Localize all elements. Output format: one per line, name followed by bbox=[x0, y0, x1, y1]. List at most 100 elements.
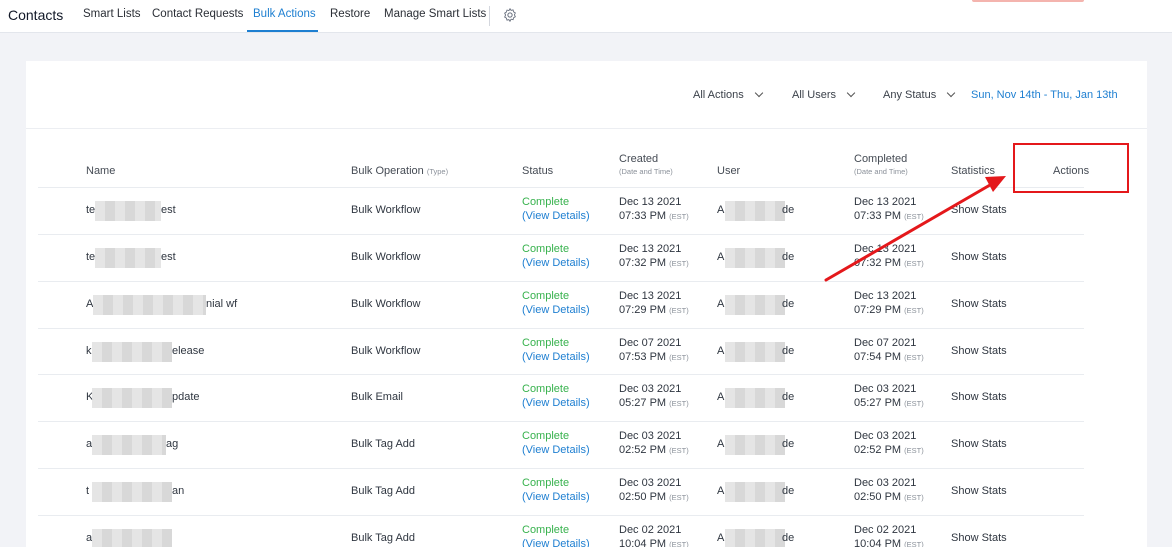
row-name-start: te bbox=[86, 251, 96, 263]
show-stats-link[interactable]: Show Stats bbox=[951, 345, 1007, 357]
timezone: (EST) bbox=[904, 259, 924, 268]
row-user-end: de bbox=[782, 298, 795, 310]
created-date: Dec 02 2021 bbox=[619, 524, 682, 536]
gear-icon[interactable] bbox=[502, 7, 518, 23]
created-date: Dec 13 2021 bbox=[619, 196, 682, 208]
tab-manage-smart-lists[interactable]: Manage Smart Lists bbox=[384, 8, 486, 20]
row-name-end: pdate bbox=[172, 391, 200, 403]
table-row[interactable]: A nial wf Bulk Workflow Complete (View D… bbox=[38, 281, 1084, 328]
timezone: (EST) bbox=[904, 399, 924, 408]
tab-contact-requests[interactable]: Contact Requests bbox=[152, 8, 243, 20]
page-title: Contacts bbox=[8, 7, 64, 23]
created-time: 02:52 PM (EST) bbox=[619, 444, 689, 456]
row-name-end: an bbox=[172, 485, 185, 497]
row-status: Complete (View Details) bbox=[522, 477, 590, 503]
tab-smart-lists[interactable]: Smart Lists bbox=[83, 8, 141, 20]
header-bulk-operation[interactable]: Bulk Operation (Type) bbox=[351, 165, 448, 177]
created-time: 07:33 PM (EST) bbox=[619, 210, 689, 222]
table-row[interactable]: te est Bulk Workflow Complete (View Deta… bbox=[38, 187, 1084, 234]
header-statistics[interactable]: Statistics bbox=[951, 165, 995, 177]
timezone: (EST) bbox=[904, 493, 924, 502]
view-details-link[interactable]: (View Details) bbox=[522, 210, 590, 222]
status-complete: Complete bbox=[522, 337, 570, 349]
tab-bulk-actions[interactable]: Bulk Actions bbox=[253, 8, 316, 20]
users-filter[interactable]: All Users bbox=[792, 88, 856, 101]
created-date: Dec 03 2021 bbox=[619, 383, 682, 395]
status-complete: Complete bbox=[522, 196, 570, 208]
show-stats-link[interactable]: Show Stats bbox=[951, 438, 1007, 450]
actions-filter[interactable]: All Actions bbox=[693, 88, 763, 101]
header-status[interactable]: Status bbox=[522, 165, 553, 177]
timezone: (EST) bbox=[669, 540, 689, 547]
row-user-end: de bbox=[782, 391, 795, 403]
show-stats-link[interactable]: Show Stats bbox=[951, 298, 1007, 310]
view-details-link[interactable]: (View Details) bbox=[522, 351, 590, 363]
row-completed: Dec 03 2021 02:50 PM (EST) bbox=[854, 477, 924, 503]
view-details-link[interactable]: (View Details) bbox=[522, 538, 590, 547]
row-completed: Dec 13 2021 07:29 PM (EST) bbox=[854, 290, 924, 316]
row-status: Complete (View Details) bbox=[522, 524, 590, 547]
row-created: Dec 13 2021 07:29 PM (EST) bbox=[619, 290, 689, 316]
timezone: (EST) bbox=[904, 353, 924, 362]
completed-time: 07:33 PM (EST) bbox=[854, 210, 924, 222]
created-date: Dec 03 2021 bbox=[619, 477, 682, 489]
header-completed[interactable]: Completed (Date and Time) bbox=[854, 153, 908, 176]
show-stats-link[interactable]: Show Stats bbox=[951, 204, 1007, 216]
table-row[interactable]: a ag Bulk Tag Add Complete (View Details… bbox=[38, 421, 1084, 468]
row-name-end: elease bbox=[172, 345, 205, 357]
view-details-link[interactable]: (View Details) bbox=[522, 444, 590, 456]
row-completed: Dec 03 2021 05:27 PM (EST) bbox=[854, 383, 924, 409]
row-user-start: A bbox=[717, 485, 725, 497]
table-row[interactable]: t an Bulk Tag Add Complete (View Details… bbox=[38, 468, 1084, 515]
table-row[interactable]: k elease Bulk Workflow Complete (View De… bbox=[38, 328, 1084, 375]
show-stats-link[interactable]: Show Stats bbox=[951, 532, 1007, 544]
row-created: Dec 13 2021 07:32 PM (EST) bbox=[619, 243, 689, 269]
header-name[interactable]: Name bbox=[86, 165, 115, 177]
show-stats-link[interactable]: Show Stats bbox=[951, 251, 1007, 263]
row-operation: Bulk Tag Add bbox=[351, 532, 416, 544]
view-details-link[interactable]: (View Details) bbox=[522, 257, 590, 269]
filter-bar: All Actions All Users Any Status Sun, No… bbox=[26, 61, 1147, 129]
status-complete: Complete bbox=[522, 524, 570, 536]
completed-time-value: 10:04 PM bbox=[854, 538, 902, 547]
table-row[interactable]: K pdate Bulk Email Complete (View Detail… bbox=[38, 374, 1084, 421]
timezone: (EST) bbox=[669, 493, 689, 502]
table-row[interactable]: a Bulk Tag Add Complete (View Details) D… bbox=[38, 515, 1084, 547]
status-filter-label: Any Status bbox=[883, 89, 937, 101]
table-row[interactable]: te est Bulk Workflow Complete (View Deta… bbox=[38, 234, 1084, 281]
header-bulk-operation-sub: (Type) bbox=[426, 167, 449, 176]
view-details-link[interactable]: (View Details) bbox=[522, 304, 590, 316]
chevron-down-icon bbox=[754, 88, 763, 98]
header-user[interactable]: User bbox=[717, 165, 740, 177]
users-filter-label: All Users bbox=[792, 89, 837, 101]
redacted-user bbox=[725, 435, 785, 455]
nav-divider bbox=[489, 6, 490, 26]
completed-time: 02:50 PM (EST) bbox=[854, 491, 924, 503]
row-user-start: A bbox=[717, 532, 725, 544]
header-created[interactable]: Created (Date and Time) bbox=[619, 153, 673, 176]
row-operation: Bulk Email bbox=[351, 391, 403, 403]
row-user-end: de bbox=[782, 438, 795, 450]
timezone: (EST) bbox=[669, 446, 689, 455]
created-date: Dec 13 2021 bbox=[619, 290, 682, 302]
created-time-value: 07:29 PM bbox=[619, 304, 667, 316]
status-filter[interactable]: Any Status bbox=[883, 88, 956, 101]
view-details-link[interactable]: (View Details) bbox=[522, 397, 590, 409]
chevron-down-icon bbox=[846, 88, 856, 98]
row-user-start: A bbox=[717, 251, 725, 263]
row-name-end: nial wf bbox=[206, 298, 238, 310]
row-name-end: est bbox=[161, 204, 176, 216]
completed-time: 07:54 PM (EST) bbox=[854, 351, 924, 363]
created-time: 10:04 PM (EST) bbox=[619, 538, 689, 547]
completed-time: 10:04 PM (EST) bbox=[854, 538, 924, 547]
timezone: (EST) bbox=[669, 353, 689, 362]
redacted-name bbox=[92, 435, 166, 455]
view-details-link[interactable]: (View Details) bbox=[522, 491, 590, 503]
show-stats-link[interactable]: Show Stats bbox=[951, 485, 1007, 497]
header-bulk-operation-label: Bulk Operation bbox=[351, 165, 424, 177]
tab-restore[interactable]: Restore bbox=[330, 8, 370, 20]
date-range-picker[interactable]: Sun, Nov 14th - Thu, Jan 13th bbox=[971, 89, 1118, 101]
show-stats-link[interactable]: Show Stats bbox=[951, 391, 1007, 403]
row-name-end: ag bbox=[166, 438, 179, 450]
row-operation: Bulk Workflow bbox=[351, 345, 421, 357]
